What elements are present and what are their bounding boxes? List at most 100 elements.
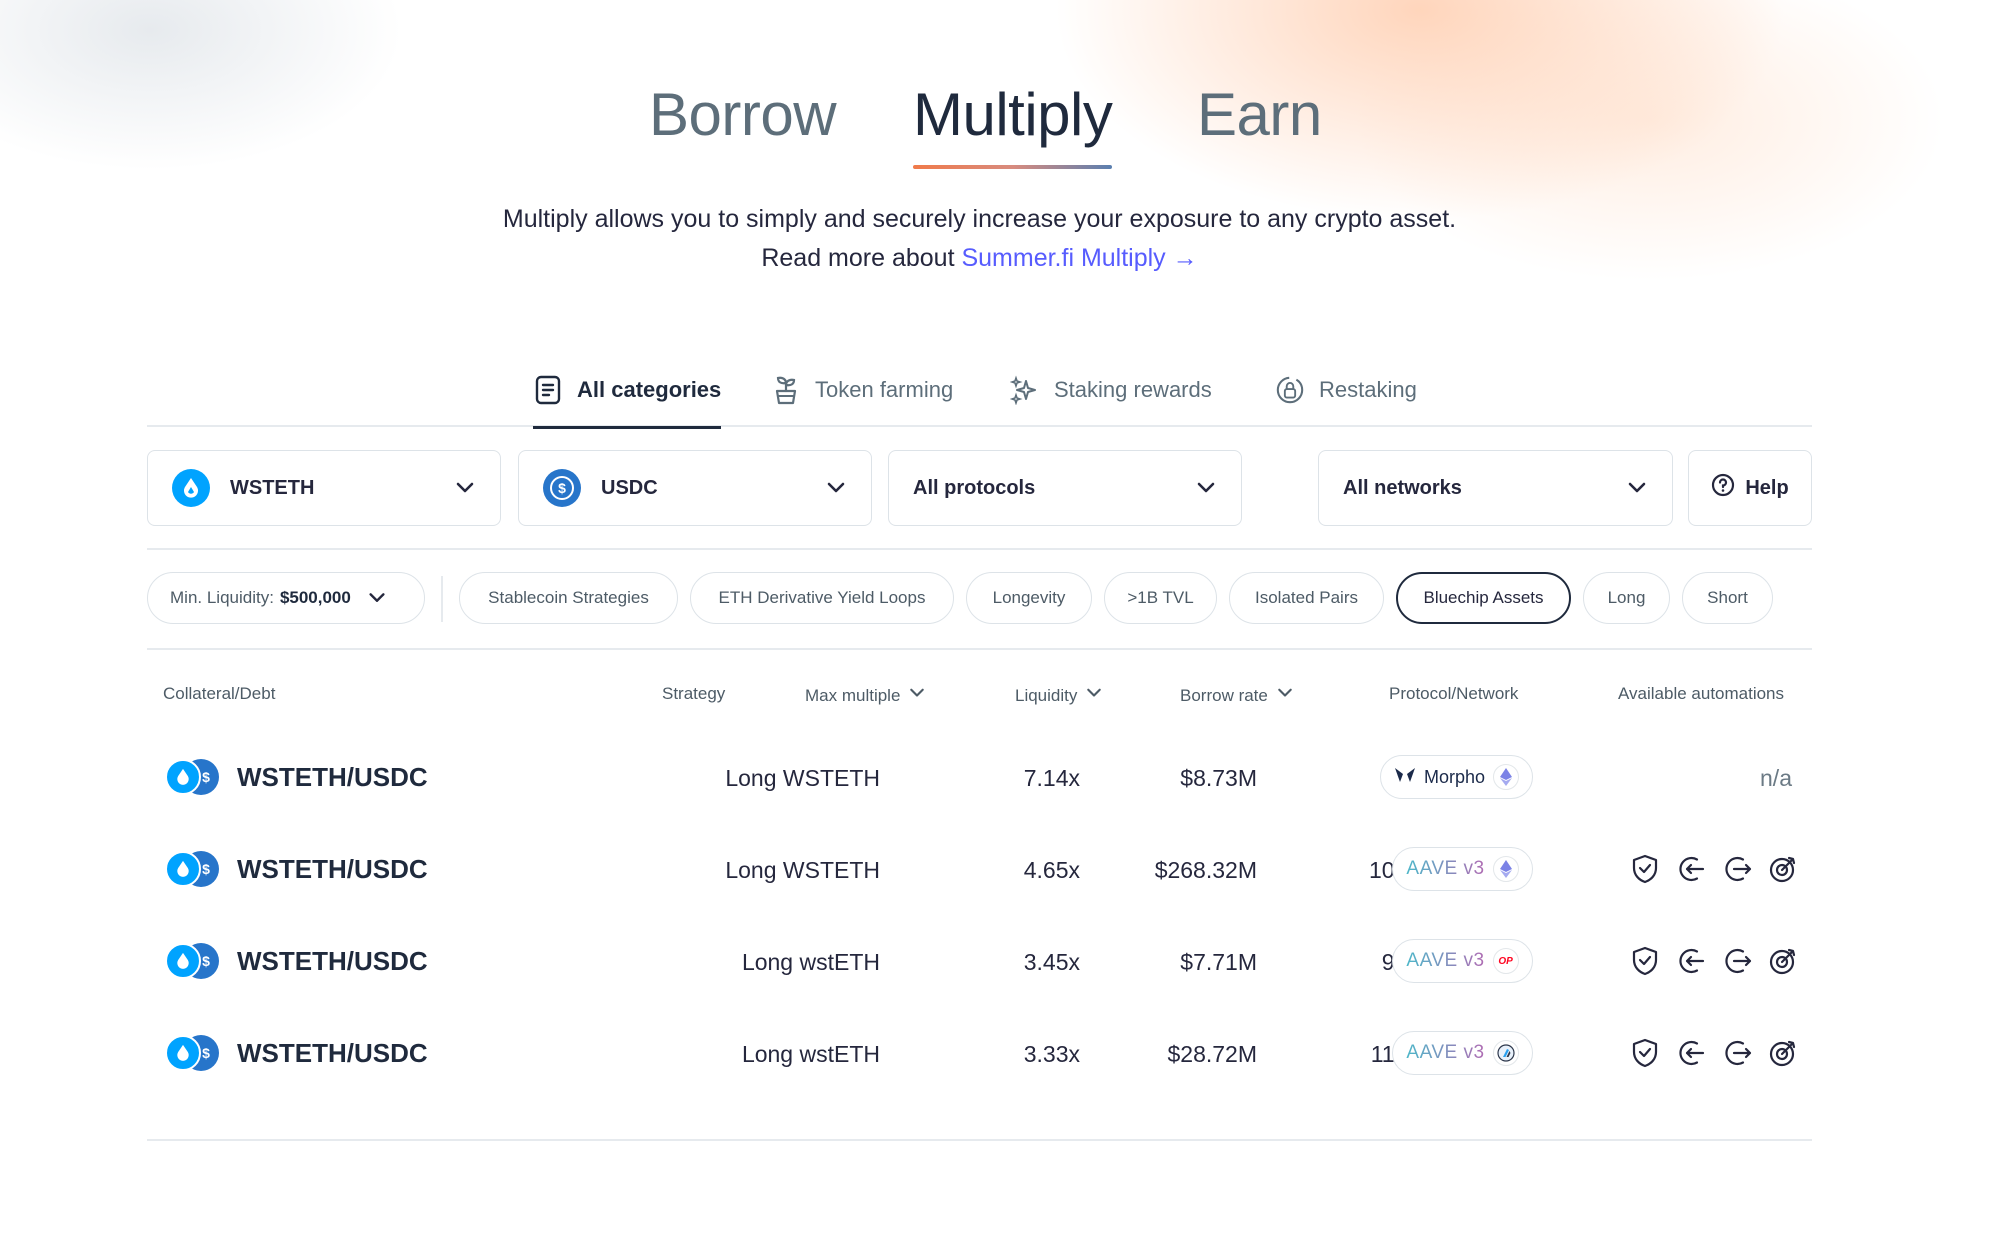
table-row[interactable]: $ WSTETH/USDC Long wstETH 3.45x $7.71M 9… <box>147 919 1812 1011</box>
auto-buy-icon[interactable] <box>1673 943 1709 979</box>
pair-label: WSTETH/USDC <box>237 1037 428 1068</box>
auto-buy-icon[interactable] <box>1673 851 1709 887</box>
strategy-cell: Long wstETH <box>741 949 880 975</box>
tab-multiply[interactable]: Multiply <box>913 80 1113 169</box>
min-liquidity-dropdown[interactable]: Min. Liquidity: $500,000 <box>147 572 425 624</box>
liquidity-cell: $7.71M <box>1180 949 1257 975</box>
protocol-name: Morpho <box>1423 766 1486 787</box>
header-label: Liquidity <box>1015 685 1078 705</box>
pair-cell[interactable]: $ WSTETH/USDC <box>165 1033 428 1073</box>
filter-chips: Min. Liquidity: $500,000 Stablecoin Stra… <box>147 572 1812 650</box>
tab-restaking[interactable]: Restaking <box>1275 365 1417 415</box>
pair-cell[interactable]: $ WSTETH/USDC <box>165 941 428 981</box>
min-liquidity-label: Min. Liquidity: <box>170 588 274 607</box>
chip-bluechip-assets[interactable]: Bluechip Assets <box>1396 572 1571 624</box>
multiply-page: Borrow Multiply Earn Multiply allows you… <box>147 0 1812 1239</box>
auto-sell-icon[interactable] <box>1719 1035 1755 1071</box>
auto-buy-icon[interactable] <box>1673 1035 1709 1071</box>
category-tabs: All categories Token farming Staking rew… <box>147 355 1812 429</box>
pair-token-icons: $ <box>165 1033 221 1073</box>
header-borrow-rate[interactable]: Borrow rate <box>1180 684 1294 707</box>
chip-isolated-pairs[interactable]: Isolated Pairs <box>1229 572 1384 624</box>
morpho-logo-icon <box>1394 766 1416 789</box>
take-profit-target-icon[interactable] <box>1765 851 1801 887</box>
chip-longevity[interactable]: Longevity <box>966 572 1092 624</box>
header-label: Borrow rate <box>1180 685 1268 705</box>
stop-loss-shield-icon[interactable] <box>1627 1035 1663 1071</box>
aave-v3-logo: AAVE v3 <box>1406 1042 1485 1063</box>
active-category-underline <box>533 426 722 429</box>
pair-token-icons: $ <box>165 849 221 889</box>
help-label: Help <box>1745 476 1789 499</box>
table-row[interactable]: $ WSTETH/USDC Long WSTETH 4.65x $268.32M… <box>147 827 1812 919</box>
tab-staking-rewards[interactable]: Staking rewards <box>1010 365 1212 415</box>
table-row[interactable]: $ WSTETH/USDC Long wstETH 3.33x $28.72M … <box>147 1011 1812 1103</box>
filters-row: WSTETH $ USDC All protocols All networks… <box>147 450 1812 550</box>
strategy-cell: Long WSTETH <box>725 765 880 791</box>
wsteth-token-icon <box>165 943 201 979</box>
chevron-down-icon <box>825 477 847 505</box>
summerfi-multiply-link[interactable]: Summer.fi Multiply → <box>961 244 1197 272</box>
take-profit-target-icon[interactable] <box>1765 1035 1801 1071</box>
auto-sell-icon[interactable] <box>1719 851 1755 887</box>
link-label: Summer.fi Multiply <box>961 244 1166 272</box>
strategy-cell: Long wstETH <box>741 1041 880 1067</box>
collateral-dropdown[interactable]: WSTETH <box>147 450 501 526</box>
chip-long[interactable]: Long <box>1583 572 1670 624</box>
chip-eth-derivative-yield-loops[interactable]: ETH Derivative Yield Loops <box>690 572 954 624</box>
network-value: All networks <box>1343 476 1462 499</box>
network-dropdown[interactable]: All networks <box>1318 450 1673 526</box>
active-tab-underline <box>913 165 1113 169</box>
max-multiple-cell: 4.65x <box>1023 857 1080 883</box>
intro-read-more: Read more about Summer.fi Multiply → <box>147 239 1812 278</box>
ethereum-network-icon <box>1492 856 1519 882</box>
pair-cell[interactable]: $ WSTETH/USDC <box>165 757 428 797</box>
optimism-network-icon: OP <box>1492 948 1519 974</box>
table-row[interactable]: $ WSTETH/USDC Long WSTETH 7.14x $8.73M 5… <box>147 735 1812 827</box>
protocol-dropdown[interactable]: All protocols <box>888 450 1242 526</box>
table-bottom-divider <box>147 1139 1812 1141</box>
tab-all-categories[interactable]: All categories <box>533 365 722 429</box>
svg-text:$: $ <box>558 480 566 496</box>
tab-multiply-label: Multiply <box>913 81 1113 148</box>
wsteth-token-icon <box>165 851 201 887</box>
pair-label: WSTETH/USDC <box>237 761 428 792</box>
svg-text:$: $ <box>202 953 210 969</box>
header-liquidity[interactable]: Liquidity <box>1015 684 1103 707</box>
max-multiple-cell: 3.45x <box>1023 949 1080 975</box>
stop-loss-shield-icon[interactable] <box>1627 943 1663 979</box>
pair-cell[interactable]: $ WSTETH/USDC <box>165 849 428 889</box>
protocol-value: All protocols <box>913 476 1036 499</box>
chevron-down-icon <box>367 588 387 608</box>
tab-label: Restaking <box>1319 377 1417 402</box>
pair-token-icons: $ <box>165 757 221 797</box>
chip-short[interactable]: Short <box>1682 572 1773 624</box>
tab-label: All categories <box>577 377 722 402</box>
tab-earn[interactable]: Earn <box>1197 80 1322 149</box>
tab-label: Staking rewards <box>1054 377 1212 402</box>
debt-dropdown[interactable]: $ USDC <box>518 450 872 526</box>
header-max-multiple[interactable]: Max multiple <box>805 684 926 707</box>
read-more-prefix: Read more about <box>761 244 962 272</box>
svg-text:$: $ <box>202 769 210 785</box>
max-multiple-cell: 3.33x <box>1023 1041 1080 1067</box>
collateral-value: WSTETH <box>230 476 315 499</box>
liquidity-cell: $8.73M <box>1180 765 1257 791</box>
tab-token-farming[interactable]: Token farming <box>771 365 953 415</box>
protocol-network-badge: AAVE v3 <box>1392 847 1533 891</box>
auto-sell-icon[interactable] <box>1719 943 1755 979</box>
chip-stablecoin-strategies[interactable]: Stablecoin Strategies <box>459 572 678 624</box>
tab-borrow[interactable]: Borrow <box>649 80 837 149</box>
liquidity-cell: $268.32M <box>1154 857 1257 883</box>
chevron-down-icon <box>1085 684 1103 707</box>
ethereum-network-icon <box>1493 764 1520 790</box>
plant-icon <box>771 375 801 405</box>
product-tabs: Borrow Multiply Earn <box>147 70 1812 180</box>
header-collateral-debt: Collateral/Debt <box>163 684 276 703</box>
chip-1b-tvl[interactable]: >1B TVL <box>1104 572 1217 624</box>
tab-label: Token farming <box>815 377 954 402</box>
help-button[interactable]: Help <box>1688 450 1812 526</box>
wsteth-token-icon <box>165 1035 201 1071</box>
stop-loss-shield-icon[interactable] <box>1627 851 1663 887</box>
take-profit-target-icon[interactable] <box>1765 943 1801 979</box>
